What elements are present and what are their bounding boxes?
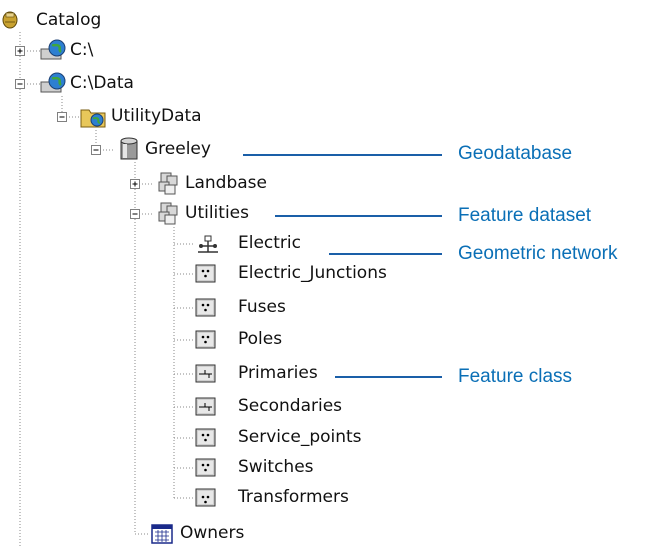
- feature-dataset-icon: [158, 172, 178, 195]
- collapse-box-greeley[interactable]: [91, 145, 101, 155]
- tree-label-landbase[interactable]: Landbase: [185, 173, 267, 193]
- callout-feature-dataset: Feature dataset: [458, 205, 592, 226]
- tree-label-electric[interactable]: Electric: [238, 233, 301, 253]
- callout-feature-class: Feature class: [458, 366, 573, 387]
- globe-drive-icon: [40, 72, 66, 93]
- expand-box-landbase[interactable]: [130, 179, 140, 189]
- point-class-icon: [195, 264, 216, 283]
- tree-label-utilitydata[interactable]: UtilityData: [111, 106, 202, 126]
- tree-label-service-points[interactable]: Service_points: [238, 427, 362, 447]
- collapse-box-utilitydata[interactable]: [57, 112, 67, 122]
- tree-label-electric-junctions[interactable]: Electric_Junctions: [238, 263, 387, 283]
- point-class-icon: [195, 428, 216, 447]
- tree-label-catalog[interactable]: Catalog: [36, 10, 101, 30]
- feature-dataset-icon: [158, 202, 178, 225]
- catalog-tree-diagram: Catalog C:\ C:\Data UtilityData Greeley …: [0, 0, 667, 546]
- tree-label-poles[interactable]: Poles: [238, 329, 282, 349]
- callout-geometric-network: Geometric network: [458, 243, 618, 264]
- tree-label-c-data[interactable]: C:\Data: [70, 73, 134, 93]
- point-class-icon: [195, 298, 216, 317]
- point-class-icon: [195, 330, 216, 349]
- tree-label-transformers[interactable]: Transformers: [238, 487, 349, 507]
- tree-label-c-drive[interactable]: C:\: [70, 40, 93, 60]
- expand-box-c-drive[interactable]: [15, 46, 25, 56]
- globe-drive-icon: [40, 39, 66, 60]
- tree-label-utilities[interactable]: Utilities: [185, 203, 249, 223]
- tree-label-owners[interactable]: Owners: [180, 523, 244, 543]
- tree-label-primaries[interactable]: Primaries: [238, 363, 318, 383]
- tree-label-secondaries[interactable]: Secondaries: [238, 396, 342, 416]
- folder-icon: [80, 109, 106, 128]
- tree-label-greeley[interactable]: Greeley: [145, 139, 211, 159]
- line-class-icon: [195, 397, 216, 416]
- callout-geodatabase: Geodatabase: [458, 143, 573, 164]
- network-icon: [198, 235, 218, 253]
- collapse-box-utilities[interactable]: [130, 209, 140, 219]
- database-icon: [120, 137, 138, 160]
- line-class-icon: [195, 364, 216, 383]
- tree-label-switches[interactable]: Switches: [238, 457, 314, 477]
- catalog-icon: [2, 11, 18, 29]
- point-class-icon: [195, 458, 216, 477]
- collapse-box-c-data[interactable]: [15, 79, 25, 89]
- tree-label-fuses[interactable]: Fuses: [238, 297, 286, 317]
- table-icon: [151, 524, 173, 544]
- point-class-icon: [195, 488, 216, 507]
